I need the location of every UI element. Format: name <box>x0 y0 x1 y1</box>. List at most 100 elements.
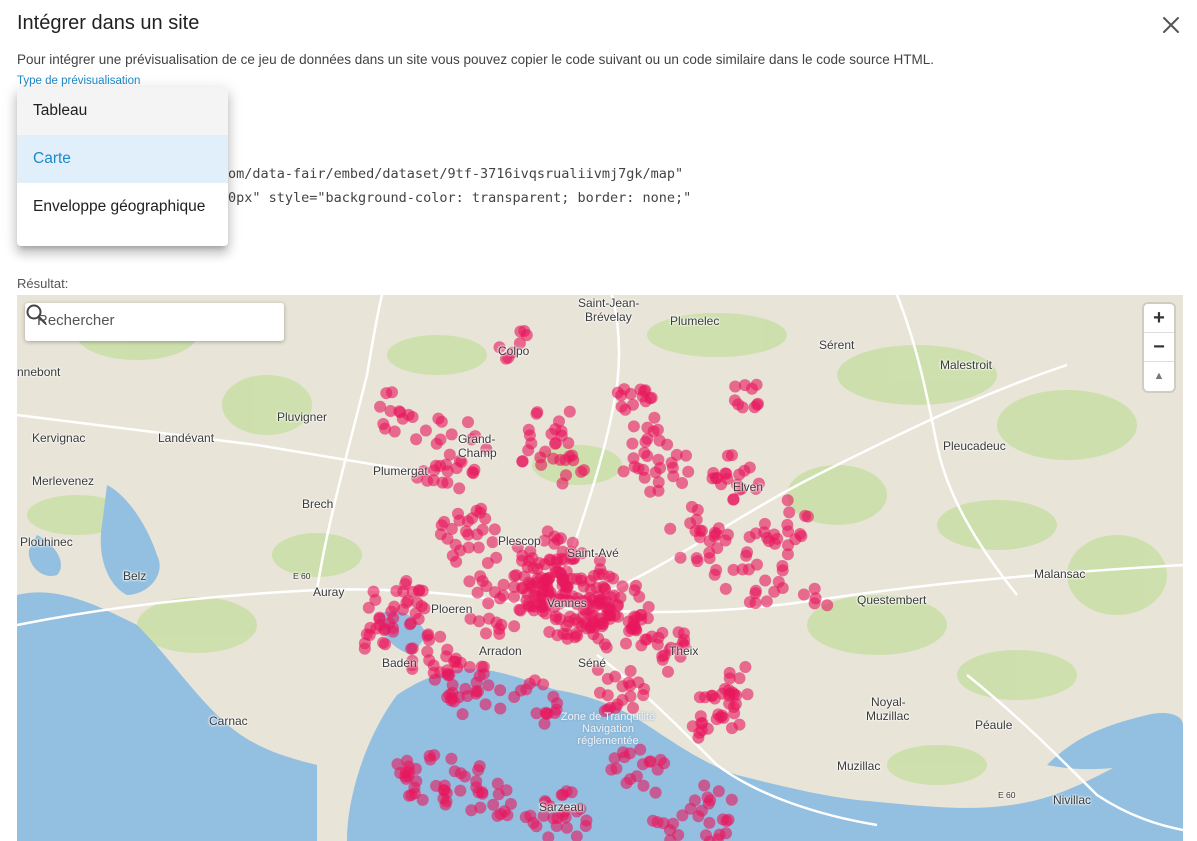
compass-button[interactable]: ▲ <box>1144 362 1174 391</box>
data-marker[interactable] <box>458 770 471 783</box>
data-marker[interactable] <box>652 453 665 466</box>
data-marker[interactable] <box>746 382 758 395</box>
data-marker[interactable] <box>423 750 436 762</box>
data-marker[interactable] <box>421 629 434 642</box>
data-marker[interactable] <box>470 775 483 788</box>
data-marker[interactable] <box>617 465 630 478</box>
data-marker[interactable] <box>795 530 808 543</box>
data-marker[interactable] <box>525 437 538 450</box>
data-marker[interactable] <box>514 604 527 617</box>
data-marker[interactable] <box>516 455 529 468</box>
data-marker[interactable] <box>462 416 474 429</box>
data-marker[interactable] <box>441 532 454 545</box>
data-marker[interactable] <box>741 688 754 701</box>
data-marker[interactable] <box>676 809 689 822</box>
data-marker[interactable] <box>430 437 443 450</box>
data-marker[interactable] <box>725 793 738 806</box>
map-canvas[interactable] <box>17 295 1183 841</box>
data-marker[interactable] <box>494 702 507 715</box>
data-marker[interactable] <box>664 522 677 535</box>
data-marker[interactable] <box>722 813 735 826</box>
data-marker[interactable] <box>656 650 669 663</box>
map-preview[interactable]: + − ▲ Saint-Jean- Brévelay Plumelec Sére… <box>17 295 1183 841</box>
data-marker[interactable] <box>700 829 712 841</box>
data-marker[interactable] <box>556 788 569 801</box>
data-marker[interactable] <box>821 599 834 612</box>
data-marker[interactable] <box>733 672 746 685</box>
data-marker[interactable] <box>570 627 583 640</box>
data-marker[interactable] <box>637 779 650 792</box>
data-marker[interactable] <box>473 760 486 773</box>
data-marker[interactable] <box>579 820 592 832</box>
data-marker[interactable] <box>699 691 712 704</box>
data-marker[interactable] <box>421 645 434 658</box>
data-marker[interactable] <box>708 568 721 581</box>
menu-item-tableau[interactable]: Tableau <box>17 87 228 135</box>
data-marker[interactable] <box>475 660 488 673</box>
data-marker[interactable] <box>551 533 564 546</box>
data-marker[interactable] <box>467 467 480 480</box>
data-marker[interactable] <box>474 506 487 519</box>
data-marker[interactable] <box>402 770 415 783</box>
data-marker[interactable] <box>435 415 448 428</box>
data-marker[interactable] <box>492 788 505 801</box>
data-marker[interactable] <box>378 622 391 635</box>
data-marker[interactable] <box>624 387 637 400</box>
data-marker[interactable] <box>609 670 622 683</box>
data-marker[interactable] <box>526 552 539 565</box>
data-marker[interactable] <box>808 582 821 595</box>
data-marker[interactable] <box>508 620 521 633</box>
data-marker[interactable] <box>446 549 459 562</box>
data-marker[interactable] <box>648 411 661 424</box>
menu-item-enveloppe[interactable]: Enveloppe géographique <box>17 183 228 231</box>
zoom-out-button[interactable]: − <box>1144 333 1174 362</box>
data-marker[interactable] <box>535 458 548 471</box>
data-marker[interactable] <box>727 493 740 506</box>
data-marker[interactable] <box>435 519 448 532</box>
data-marker[interactable] <box>624 665 637 677</box>
data-marker[interactable] <box>494 684 507 697</box>
data-marker[interactable] <box>412 584 425 597</box>
data-marker[interactable] <box>473 615 486 628</box>
data-marker[interactable] <box>643 755 656 768</box>
data-marker[interactable] <box>605 763 618 776</box>
data-marker[interactable] <box>781 518 794 531</box>
data-marker[interactable] <box>620 637 632 650</box>
data-marker[interactable] <box>662 665 674 678</box>
data-marker[interactable] <box>680 449 692 462</box>
data-marker[interactable] <box>470 685 483 698</box>
data-marker[interactable] <box>453 482 466 495</box>
data-marker[interactable] <box>651 638 664 651</box>
data-marker[interactable] <box>440 787 453 799</box>
data-marker[interactable] <box>480 580 493 593</box>
data-marker[interactable] <box>783 506 796 519</box>
data-marker[interactable] <box>447 695 460 708</box>
data-marker[interactable] <box>577 580 590 593</box>
data-marker[interactable] <box>445 752 458 765</box>
data-marker[interactable] <box>657 817 670 830</box>
data-marker[interactable] <box>400 596 413 609</box>
data-marker[interactable] <box>491 777 504 790</box>
data-marker[interactable] <box>743 461 756 474</box>
data-marker[interactable] <box>719 534 732 547</box>
data-marker[interactable] <box>377 418 390 430</box>
data-marker[interactable] <box>627 420 640 433</box>
data-marker[interactable] <box>703 552 716 565</box>
data-marker[interactable] <box>654 753 667 766</box>
data-marker[interactable] <box>482 679 495 692</box>
data-marker[interactable] <box>624 690 637 703</box>
data-marker[interactable] <box>674 551 687 564</box>
data-marker[interactable] <box>593 593 606 606</box>
data-marker[interactable] <box>418 602 431 615</box>
data-marker[interactable] <box>729 380 742 393</box>
data-marker[interactable] <box>479 698 492 711</box>
data-marker[interactable] <box>474 801 487 814</box>
data-marker[interactable] <box>652 476 665 489</box>
data-marker[interactable] <box>547 690 560 703</box>
data-marker[interactable] <box>639 435 652 448</box>
data-marker[interactable] <box>622 676 635 689</box>
data-marker[interactable] <box>797 588 810 601</box>
data-marker[interactable] <box>637 689 650 702</box>
data-marker[interactable] <box>641 450 654 462</box>
data-marker[interactable] <box>776 560 789 572</box>
